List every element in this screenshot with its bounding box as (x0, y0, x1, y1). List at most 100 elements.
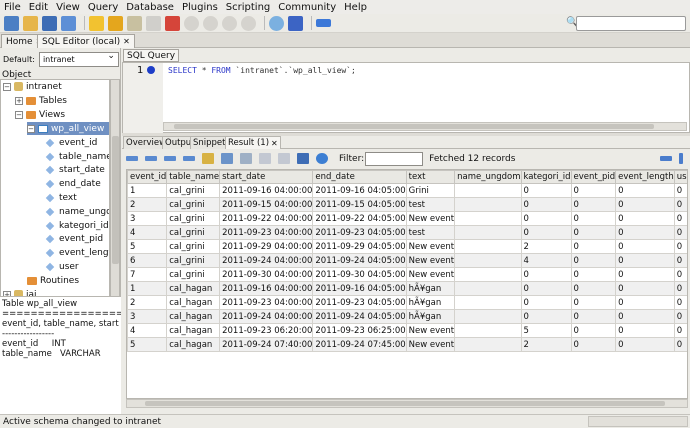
table-row[interactable]: 3 cal_grini 2011-09-22 04:00:00 2011-09-22 … (127, 211, 687, 226)
table-cell[interactable]: 3 (127, 211, 168, 226)
table-cell[interactable]: 0 (570, 225, 617, 240)
table-cell[interactable]: New event (405, 323, 456, 338)
table-cell[interactable]: 2011-09-22 04:00:00 (219, 211, 314, 226)
table-cell[interactable]: 2011-09-24 07:40:00 (219, 337, 314, 352)
table-cell[interactable]: 0 (520, 211, 572, 226)
tab-sql-editor[interactable]: SQL Editor (local) ✕ (37, 34, 135, 48)
explain-icon[interactable] (127, 15, 142, 31)
table-row[interactable]: 4 cal_hagan 2011-09-23 06:20:00 2011-09-23 … (127, 323, 687, 338)
save-as-icon[interactable] (61, 15, 76, 31)
previous-row-icon[interactable] (145, 156, 157, 161)
table-cell[interactable]: cal_grini (166, 225, 221, 240)
table-cell[interactable]: 2011-09-24 04:05:00 (312, 253, 407, 268)
tree-node-intranet[interactable]: − intranet (3, 80, 62, 93)
table-cell[interactable]: 0 (570, 295, 617, 310)
tree-column-kategori-id[interactable]: kategori_id (45, 219, 109, 232)
menu-query[interactable]: Query (84, 2, 122, 13)
grid-hscrollbar[interactable] (126, 399, 688, 408)
table-cell[interactable]: 0 (673, 183, 687, 198)
table-cell[interactable]: 0 (615, 295, 675, 310)
table-cell[interactable]: test (405, 225, 456, 240)
table-cell[interactable] (454, 323, 522, 338)
table-cell[interactable]: 2011-09-24 07:45:00 (312, 337, 407, 352)
table-cell[interactable]: hÃ¥gan (405, 295, 456, 310)
table-cell[interactable]: 0 (615, 323, 675, 338)
table-cell[interactable]: 0 (673, 253, 687, 268)
table-cell[interactable]: 2011-09-16 04:00:00 (219, 183, 314, 198)
table-cell[interactable] (454, 225, 522, 240)
table-cell[interactable]: cal_grini (166, 211, 221, 226)
tree-node-routines[interactable]: Routines (27, 274, 79, 287)
new-connection-icon[interactable] (4, 15, 19, 31)
wrap-cells-icon[interactable] (679, 153, 683, 164)
table-cell[interactable]: 0 (615, 197, 675, 212)
find-icon[interactable] (316, 19, 331, 27)
refresh-icon[interactable] (241, 15, 256, 31)
table-cell[interactable]: 0 (673, 197, 687, 212)
table-cell[interactable]: 5 (127, 239, 168, 254)
sql-text[interactable]: SELECT * FROM `intranet`.`wp_all_view`; (168, 66, 356, 75)
table-cell[interactable]: cal_grini (166, 239, 221, 254)
table-cell[interactable]: 2011-09-16 04:05:00 (312, 281, 407, 296)
last-row-icon[interactable] (183, 156, 195, 161)
table-cell[interactable]: 0 (615, 253, 675, 268)
table-cell[interactable]: 0 (520, 183, 572, 198)
collapse-icon[interactable]: − (15, 110, 23, 119)
table-cell[interactable]: 2011-09-15 04:00:00 (219, 197, 314, 212)
execute-icon[interactable] (89, 15, 104, 31)
stop-icon[interactable] (146, 15, 161, 31)
toggle-panel-icon[interactable] (660, 156, 672, 161)
toggle-error-icon[interactable] (165, 15, 180, 31)
table-cell[interactable]: 2011-09-24 04:05:00 (312, 309, 407, 324)
table-row[interactable]: 1 cal_grini 2011-09-16 04:00:00 2011-09-16 … (127, 183, 687, 198)
save-results-icon[interactable] (297, 153, 309, 164)
table-cell[interactable]: 1 (127, 281, 168, 296)
table-cell[interactable] (454, 239, 522, 254)
table-cell[interactable]: cal_grini (166, 253, 221, 268)
table-cell[interactable]: 0 (570, 197, 617, 212)
table-cell[interactable]: 2011-09-23 04:05:00 (312, 295, 407, 310)
table-cell[interactable]: 4 (520, 253, 572, 268)
table-cell[interactable]: 2011-09-23 04:00:00 (219, 295, 314, 310)
open-file-icon[interactable] (23, 15, 38, 31)
filter-input[interactable] (365, 151, 424, 166)
menu-view[interactable]: View (52, 2, 84, 13)
table-cell[interactable] (454, 337, 522, 352)
default-schema-select[interactable]: intranet (38, 51, 119, 67)
table-cell[interactable]: 2011-09-16 04:00:00 (219, 281, 314, 296)
table-cell[interactable]: Grini (405, 183, 456, 198)
table-cell[interactable]: 0 (673, 309, 687, 324)
table-cell[interactable]: 0 (520, 197, 572, 212)
table-row[interactable]: 4 cal_grini 2011-09-23 04:00:00 2011-09-23 … (127, 225, 687, 240)
table-cell[interactable]: 2011-09-29 04:05:00 (312, 239, 407, 254)
column-header[interactable]: table_name (166, 170, 221, 184)
tree-column-user[interactable]: user (45, 260, 79, 273)
table-cell[interactable]: 2011-09-23 06:20:00 (219, 323, 314, 338)
edit-row-icon[interactable] (202, 153, 214, 164)
commit-icon[interactable] (184, 15, 199, 31)
first-row-icon[interactable] (126, 156, 138, 161)
menu-database[interactable]: Database (122, 2, 178, 13)
table-cell[interactable]: 3 (127, 309, 168, 324)
table-cell[interactable]: 0 (520, 295, 572, 310)
table-cell[interactable]: 5 (127, 337, 168, 352)
table-cell[interactable]: 0 (673, 295, 687, 310)
column-header[interactable]: name_ungdom (454, 170, 522, 184)
table-cell[interactable]: 5 (520, 323, 572, 338)
result-grid[interactable]: event_id table_name start_date end_date text… (126, 169, 688, 399)
table-cell[interactable]: 0 (570, 253, 617, 268)
tree-column-text[interactable]: text (45, 191, 77, 204)
column-header[interactable]: event_pid (570, 170, 617, 184)
table-cell[interactable]: 2011-09-23 04:05:00 (312, 225, 407, 240)
table-cell[interactable]: hÃ¥gan (405, 309, 456, 324)
tab-result[interactable]: Result (1) ✕ (225, 136, 281, 149)
tree-node-views[interactable]: − Views (15, 108, 65, 121)
sort-desc-icon[interactable] (278, 153, 290, 164)
table-cell[interactable]: 2011-09-23 04:00:00 (219, 225, 314, 240)
menu-edit[interactable]: Edit (25, 2, 52, 13)
table-cell[interactable]: 0 (615, 225, 675, 240)
table-cell[interactable]: 0 (520, 281, 572, 296)
table-row[interactable]: 3 cal_hagan 2011-09-24 04:00:00 2011-09-24 … (127, 309, 687, 324)
collapse-icon[interactable]: − (3, 82, 11, 91)
table-cell[interactable]: test (405, 197, 456, 212)
